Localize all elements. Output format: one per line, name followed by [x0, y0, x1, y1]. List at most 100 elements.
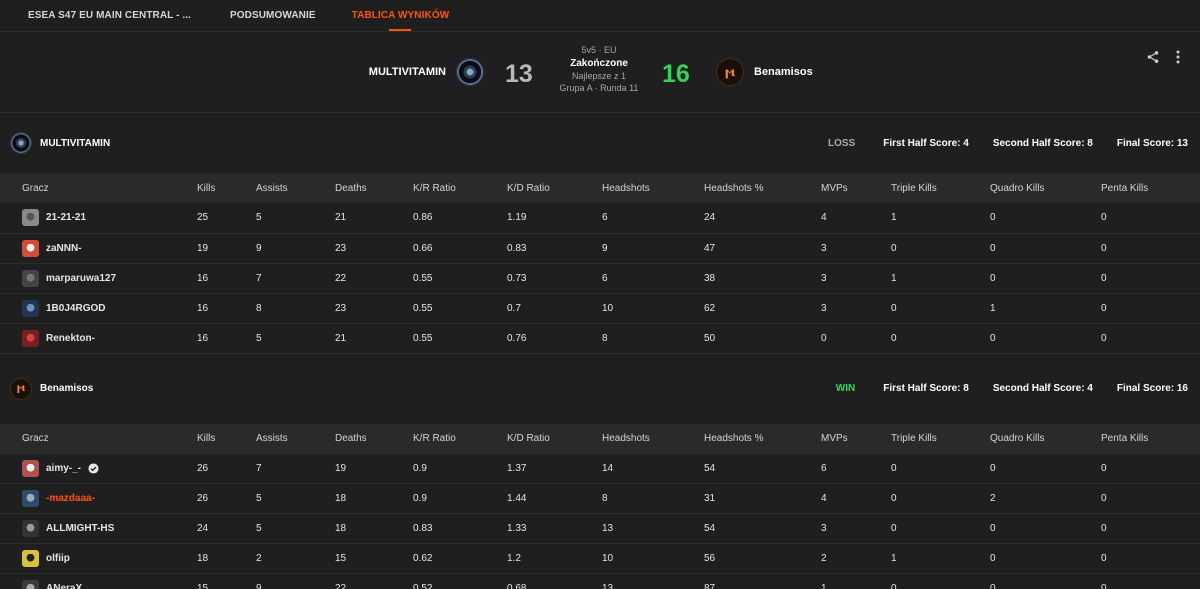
- avatar[interactable]: [22, 239, 39, 257]
- column-header[interactable]: Gracz: [0, 423, 197, 454]
- stat-cell: 87: [704, 573, 821, 589]
- stat-cell: 0.62: [413, 543, 507, 574]
- header-actions: [1146, 50, 1180, 64]
- stat-cell: 0.73: [507, 263, 602, 294]
- team-left-score: 13: [505, 60, 533, 88]
- column-header[interactable]: Gracz: [0, 173, 197, 203]
- avatar[interactable]: [22, 269, 39, 287]
- player-name: 21-21-21: [46, 212, 87, 224]
- stat-cell: 0: [990, 233, 1101, 264]
- tab-summary[interactable]: PODSUMOWANIE: [212, 0, 334, 31]
- stat-cell: 0.9: [413, 453, 507, 484]
- stat-cell: 23: [335, 293, 413, 324]
- stat-cell: 47: [704, 233, 821, 264]
- stat-cell: 0: [990, 573, 1101, 589]
- stat-cell: 0: [891, 513, 990, 544]
- avatar[interactable]: [22, 580, 39, 589]
- final-score: Final Score: 16: [1116, 383, 1188, 394]
- stat-cell: 0.86: [413, 203, 507, 234]
- stat-cell: 3: [821, 513, 891, 544]
- team-name: Benamisos: [40, 383, 94, 394]
- column-header[interactable]: Quadro Kills: [990, 173, 1101, 203]
- avatar[interactable]: [22, 520, 39, 537]
- table-row: 21-21-21 25 5 21 0.86 1.19 6 24 4 1 0 0: [0, 203, 1200, 234]
- stat-cell: 0: [1101, 483, 1200, 514]
- column-header[interactable]: MVPs: [821, 423, 891, 454]
- team-right-score: 16: [662, 60, 690, 88]
- avatar[interactable]: [22, 550, 39, 567]
- stat-cell: 1: [891, 263, 990, 294]
- column-header[interactable]: Penta Kills: [1101, 173, 1200, 203]
- player-name: aimy-_-: [46, 462, 82, 474]
- table-row: aimy-_- 26 7 19 0.9 1.37 14 54 6 0 0 0: [0, 453, 1200, 484]
- team-left[interactable]: MULTIVITAMIN: [369, 58, 484, 86]
- stat-cell: 18: [335, 513, 413, 544]
- column-header[interactable]: Headshots %: [704, 423, 821, 454]
- stat-cell: 5: [256, 203, 335, 234]
- column-header[interactable]: Kills: [197, 423, 256, 454]
- stat-cell: 54: [704, 453, 821, 484]
- player-link[interactable]: ANeraX: [22, 580, 197, 589]
- column-header[interactable]: Assists: [256, 423, 335, 454]
- player-link[interactable]: ALLMIGHT-HS: [22, 520, 197, 537]
- stat-cell: 0.68: [507, 573, 602, 589]
- table-row: 1B0J4RGOD 16 8 23 0.55 0.7 10 62 3 0 1 0: [0, 293, 1200, 324]
- share-icon[interactable]: [1146, 50, 1160, 64]
- player-cell: aimy-_-: [0, 453, 197, 484]
- player-link[interactable]: marparuwa127: [22, 269, 197, 287]
- column-header[interactable]: K/R Ratio: [413, 173, 507, 203]
- stat-cell: 31: [704, 483, 821, 514]
- avatar[interactable]: [22, 459, 39, 477]
- player-link[interactable]: 1B0J4RGOD: [22, 299, 197, 317]
- more-vert-icon[interactable]: [1176, 50, 1180, 64]
- team-right[interactable]: ϻ Benamisos: [716, 58, 813, 86]
- team-score-summary: LOSS First Half Score: 4 Second Half Sco…: [828, 138, 1188, 149]
- top-nav: ESEA S47 EU MAIN CENTRAL - ... PODSUMOWA…: [0, 0, 1200, 32]
- column-header[interactable]: K/D Ratio: [507, 423, 602, 454]
- stat-cell: 19: [197, 233, 256, 264]
- tab-event[interactable]: ESEA S47 EU MAIN CENTRAL - ...: [0, 0, 212, 31]
- column-header[interactable]: Triple Kills: [891, 423, 990, 454]
- stat-cell: 54: [704, 513, 821, 544]
- first-half-score: First Half Score: 8: [883, 383, 969, 394]
- stat-cell: 0: [891, 293, 990, 324]
- column-header[interactable]: K/D Ratio: [507, 173, 602, 203]
- avatar[interactable]: [22, 490, 39, 507]
- avatar[interactable]: [22, 329, 39, 347]
- team-left-logo-icon: [456, 58, 484, 86]
- tab-scoreboard[interactable]: TABLICA WYNIKÓW: [334, 0, 468, 31]
- stat-cell: 21: [335, 203, 413, 234]
- column-header[interactable]: Headshots %: [704, 173, 821, 203]
- column-header[interactable]: Headshots: [602, 173, 704, 203]
- column-header[interactable]: Headshots: [602, 423, 704, 454]
- column-header[interactable]: Deaths: [335, 423, 413, 454]
- stat-cell: 1.33: [507, 513, 602, 544]
- player-link[interactable]: Renekton-: [22, 329, 197, 347]
- stat-cell: 16: [197, 263, 256, 294]
- stat-cell: 1.37: [507, 453, 602, 484]
- player-link[interactable]: 21-21-21: [22, 209, 197, 227]
- table-row: marparuwa127 16 7 22 0.55 0.73 6 38 3 1 0 0: [0, 263, 1200, 294]
- column-header[interactable]: Triple Kills: [891, 173, 990, 203]
- stat-cell: 15: [197, 573, 256, 589]
- player-link[interactable]: zaNNN-: [22, 239, 197, 257]
- avatar[interactable]: [22, 209, 39, 227]
- column-header[interactable]: Deaths: [335, 173, 413, 203]
- column-header[interactable]: K/R Ratio: [413, 423, 507, 454]
- column-header[interactable]: Penta Kills: [1101, 423, 1200, 454]
- second-half-score: Second Half Score: 8: [992, 137, 1093, 149]
- stat-cell: 0: [891, 323, 990, 354]
- column-header[interactable]: MVPs: [821, 173, 891, 203]
- stat-cell: 5: [256, 483, 335, 514]
- table-row: zaNNN- 19 9 23 0.66 0.83 9 47 3 0 0 0: [0, 233, 1200, 264]
- stat-cell: 18: [197, 543, 256, 574]
- stat-cell: 13: [602, 573, 704, 589]
- column-header[interactable]: Assists: [256, 173, 335, 203]
- player-cell: ANeraX: [0, 573, 197, 589]
- column-header[interactable]: Kills: [197, 173, 256, 203]
- avatar[interactable]: [22, 299, 39, 317]
- column-header[interactable]: Quadro Kills: [990, 423, 1101, 454]
- player-link[interactable]: -mazdaaa-: [22, 490, 197, 507]
- player-link[interactable]: olfiip: [22, 550, 197, 567]
- player-link[interactable]: aimy-_-: [22, 459, 197, 477]
